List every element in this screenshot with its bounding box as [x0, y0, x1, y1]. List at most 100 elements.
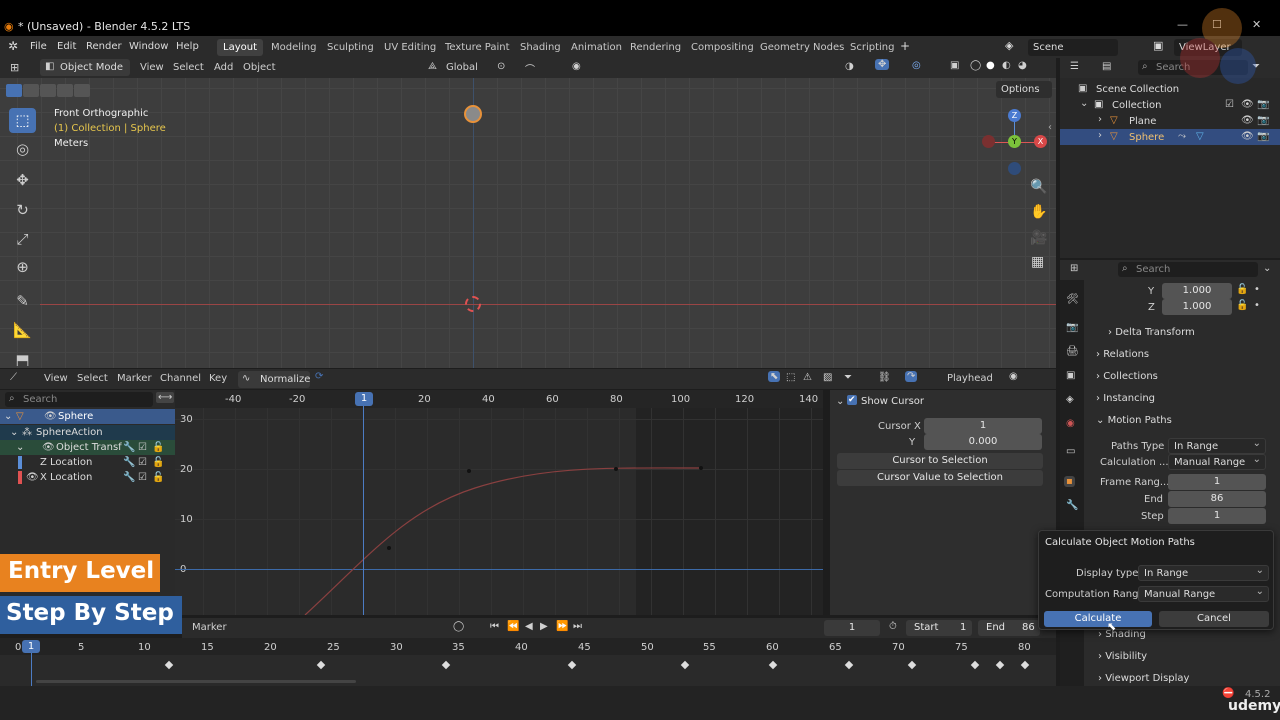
- keyframe-diamond[interactable]: [567, 660, 577, 670]
- tab-scripting[interactable]: Scripting: [844, 39, 900, 56]
- expand-icon[interactable]: ›: [1098, 114, 1102, 125]
- tab-modeling[interactable]: Modeling: [265, 39, 323, 56]
- overlay-toggle-icon[interactable]: ◎: [912, 60, 921, 71]
- frame-range-start-field[interactable]: 1: [1168, 474, 1266, 490]
- paths-type-dropdown[interactable]: In Range: [1168, 436, 1266, 454]
- auto-keying-icon[interactable]: ◯: [453, 621, 464, 632]
- viewport-menu-object[interactable]: Object: [243, 62, 276, 73]
- animate-property-icon[interactable]: •: [1254, 300, 1260, 311]
- viewport-menu-view[interactable]: View: [140, 62, 164, 73]
- pivot-icon[interactable]: ⊙: [497, 61, 505, 72]
- cursor-value-to-selection-button[interactable]: Cursor Value to Selection: [837, 470, 1043, 486]
- step-field[interactable]: 1: [1168, 508, 1266, 524]
- outliner-editor-type-icon[interactable]: ☰: [1070, 61, 1079, 72]
- camera-icon[interactable]: 📷: [1257, 131, 1269, 142]
- snap-icon[interactable]: ⌒: [525, 61, 535, 76]
- tab-animation[interactable]: Animation: [565, 39, 628, 56]
- motion-paths-panel[interactable]: ⌄ Motion Paths: [1096, 415, 1172, 426]
- menu-edit[interactable]: Edit: [57, 41, 76, 52]
- viewport-menu-add[interactable]: Add: [214, 62, 233, 73]
- eye-icon[interactable]: 👁: [44, 409, 57, 424]
- channel-search-input[interactable]: ⌕ Search: [5, 392, 153, 407]
- blender-menu-icon[interactable]: ✲: [8, 39, 18, 53]
- scene-tab-icon[interactable]: ◈: [1066, 394, 1074, 405]
- cursor-y-field[interactable]: 0.000: [924, 434, 1042, 450]
- eye-icon[interactable]: 👁: [1241, 131, 1254, 142]
- graph-menu-channel[interactable]: Channel: [160, 373, 201, 384]
- channel-z-location[interactable]: Z Location 🔧 ☑ 🔓: [0, 455, 175, 470]
- checkbox-icon[interactable]: ☑: [138, 470, 147, 485]
- play-reverse-icon[interactable]: ◀: [525, 621, 533, 632]
- world-tab-icon[interactable]: ◉: [1066, 418, 1075, 429]
- proportional-edit-graph-icon[interactable]: ◉: [1009, 371, 1018, 382]
- graph-menu-view[interactable]: View: [44, 373, 68, 384]
- tab-compositing[interactable]: Compositing: [685, 39, 760, 56]
- menu-file[interactable]: File: [30, 41, 47, 52]
- expand-icon[interactable]: ⌄: [10, 425, 18, 440]
- channel-sphere[interactable]: ⌄ ▽ 👁 Sphere: [0, 409, 175, 424]
- end-frame-field[interactable]: End 86: [978, 620, 1040, 636]
- jump-start-icon[interactable]: ⏮: [490, 621, 499, 632]
- cursor-to-selection-button[interactable]: Cursor to Selection: [837, 453, 1043, 469]
- keyframe-point[interactable]: [699, 466, 703, 470]
- channel-object-transforms[interactable]: ⌄ 👁 Object Transfor 🔧 ☑ 🔓: [0, 440, 175, 455]
- keyframe-diamond[interactable]: [844, 660, 854, 670]
- add-cube-tool-icon[interactable]: ⬒: [9, 348, 36, 366]
- current-frame-indicator[interactable]: 1: [355, 392, 373, 406]
- graph-warning-icon[interactable]: ⚠: [803, 372, 812, 383]
- transform-tool-icon[interactable]: ⊕: [9, 255, 36, 280]
- keyframe-point[interactable]: [614, 467, 618, 471]
- lock-icon[interactable]: 🔓: [152, 455, 164, 470]
- visibility-icon[interactable]: ◑: [845, 61, 854, 72]
- graph-box-select-icon[interactable]: ⬚: [786, 372, 795, 383]
- lock-icon[interactable]: 🔓: [152, 470, 164, 485]
- expand-icon[interactable]: ⌄: [16, 440, 24, 455]
- tab-texture-paint[interactable]: Texture Paint: [439, 39, 516, 56]
- tab-shading[interactable]: Shading: [514, 39, 567, 56]
- display-type-dropdown[interactable]: In Range: [1138, 563, 1269, 581]
- scene-selector[interactable]: Scene: [1028, 39, 1118, 56]
- tab-geometry-nodes[interactable]: Geometry Nodes: [754, 39, 850, 56]
- menu-help[interactable]: Help: [176, 41, 199, 52]
- menu-render[interactable]: Render: [86, 41, 122, 52]
- wrench-icon[interactable]: 🔧: [123, 470, 135, 485]
- show-cursor-checkbox[interactable]: ✔: [847, 395, 857, 405]
- add-workspace-button[interactable]: +: [900, 39, 910, 53]
- checkbox-icon[interactable]: ☑: [138, 455, 147, 470]
- viewport-menu-select[interactable]: Select: [173, 62, 204, 73]
- playhead-dropdown[interactable]: Playhead: [947, 373, 993, 384]
- keyframe-diamond[interactable]: [164, 660, 174, 670]
- tab-rendering[interactable]: Rendering: [624, 39, 687, 56]
- expand-icon[interactable]: ›: [1098, 130, 1102, 141]
- timeline-scrollbar[interactable]: [36, 680, 356, 683]
- keyframe-diamond[interactable]: [441, 660, 451, 670]
- lock-icon[interactable]: 🔓: [152, 440, 164, 455]
- tool-tab-icon[interactable]: 🛠: [1066, 294, 1079, 305]
- channel-sphere-action[interactable]: ⌄ ⁂ SphereAction: [0, 425, 175, 440]
- modifier-tab-icon[interactable]: 🔧: [1066, 500, 1078, 511]
- cancel-button[interactable]: Cancel: [1159, 611, 1269, 627]
- scale-tool-icon[interactable]: ⤢: [9, 227, 36, 252]
- 3d-cursor-icon[interactable]: [465, 296, 481, 312]
- select-box-tool-icon[interactable]: ⬚: [9, 108, 36, 133]
- eye-icon[interactable]: 👁: [42, 440, 55, 455]
- eye-icon[interactable]: 👁: [26, 470, 39, 485]
- keyframe-diamond[interactable]: [1020, 660, 1030, 670]
- cursor-x-field[interactable]: 1: [924, 418, 1042, 434]
- collection-tab-icon[interactable]: ▭: [1066, 446, 1075, 457]
- gizmo-y-axis[interactable]: Y: [1008, 135, 1021, 148]
- gizmo-z-axis[interactable]: Z: [1008, 109, 1021, 122]
- timeline-marker-menu[interactable]: Marker: [192, 622, 227, 633]
- wrench-icon[interactable]: 🔧: [123, 440, 135, 455]
- measure-tool-icon[interactable]: 📐: [9, 318, 36, 343]
- wrench-icon[interactable]: 🔧: [123, 455, 135, 470]
- sidebar-collapse-icon[interactable]: ‹: [1048, 122, 1052, 133]
- cursor-tool-icon[interactable]: ◎: [9, 137, 36, 162]
- graph-area[interactable]: -40 -20 20 40 60 80 100 120 140 30 20 10…: [175, 390, 823, 615]
- delta-transform-panel[interactable]: › Delta Transform: [1108, 327, 1195, 338]
- keyframe-point[interactable]: [387, 546, 391, 550]
- current-frame-field[interactable]: 1: [824, 620, 880, 636]
- keyframe-point[interactable]: [467, 469, 471, 473]
- timeline[interactable]: 0 5 10 15 20 25 30 35 40 45 50 55 60 65 …: [0, 638, 1056, 686]
- keyframe-diamond[interactable]: [768, 660, 778, 670]
